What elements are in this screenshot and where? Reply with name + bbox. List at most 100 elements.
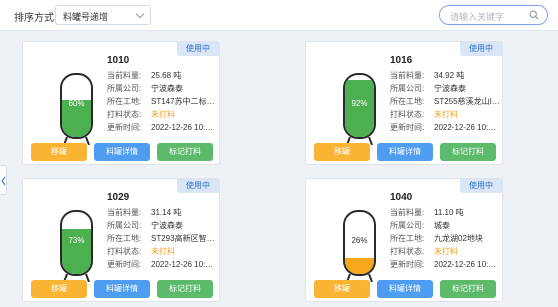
mark-pour-button[interactable]: 标记打料 — [157, 280, 213, 298]
value-site: ST293高新区智慧城CX07-... — [151, 234, 217, 243]
row-updated: 更新时间: 2022-12-26 10:42:48 — [390, 121, 500, 134]
row-updated: 更新时间: 2022-12-26 10:42:51 — [107, 258, 217, 271]
status-badge: 使用中 — [177, 179, 219, 193]
tank-gauge: 26% — [343, 210, 376, 276]
label-current: 当前料量: — [390, 71, 425, 80]
move-tank-button[interactable]: 移罐 — [31, 280, 87, 298]
tank-percent: 92% — [351, 99, 368, 108]
row-site: 所在工地: ST255慈溪龙山I202003#地... — [390, 95, 500, 108]
tank-percent: 60% — [68, 99, 85, 108]
tank-card: 使用中 73% 1029 当前料量: 31.14 吨 所属公司: 宁波森泰 所在工地… — [22, 178, 220, 302]
mark-pour-button[interactable]: 标记打料 — [440, 143, 496, 161]
tank-gauge: 73% — [60, 210, 93, 276]
search-placeholder: 请输入关键字 — [450, 12, 505, 22]
label-status: 打料状态: — [107, 110, 142, 119]
value-updated: 2022-12-26 10:42:43 — [151, 123, 217, 132]
value-site: ST255慈溪龙山I202003#地... — [434, 97, 500, 106]
tank-detail-button[interactable]: 料罐详情 — [94, 280, 150, 298]
value-status: 未打料 — [151, 247, 175, 256]
value-site: ST147苏中二标宁波御海天... — [151, 97, 217, 106]
label-current: 当前料量: — [107, 71, 142, 80]
move-tank-button[interactable]: 移罐 — [31, 143, 87, 161]
label-status: 打料状态: — [107, 247, 142, 256]
label-company: 所属公司: — [390, 84, 425, 93]
row-status: 打料状态: 未打料 — [107, 245, 217, 258]
chevron-left-icon — [1, 176, 6, 186]
value-site: 九龙湖02地块 — [434, 234, 483, 243]
row-status: 打料状态: 未打料 — [107, 108, 217, 121]
row-current: 当前料量: 31.14 吨 — [107, 206, 217, 219]
label-site: 所在工地: — [390, 97, 425, 106]
label-updated: 更新时间: — [107, 123, 142, 132]
tank-fill — [345, 79, 374, 137]
move-tank-button[interactable]: 移罐 — [314, 280, 370, 298]
tank-id: 1029 — [107, 192, 130, 203]
chevron-down-icon — [135, 9, 145, 19]
label-current: 当前料量: — [107, 208, 142, 217]
sort-select[interactable]: 料罐号递增 — [55, 5, 151, 25]
tank-id: 1040 — [390, 192, 413, 203]
row-site: 所在工地: ST293高新区智慧城CX07-... — [107, 232, 217, 245]
label-company: 所属公司: — [107, 84, 142, 93]
row-company: 所属公司: 宁波森泰 — [107, 82, 217, 95]
value-current: 31.14 吨 — [151, 208, 182, 217]
mark-pour-button[interactable]: 标记打料 — [440, 280, 496, 298]
tank-detail-button[interactable]: 料罐详情 — [377, 143, 433, 161]
toolbar: 排序方式 料罐号递增 请输入关键字 — [0, 0, 558, 31]
tank-card: 使用中 92% 1016 当前料量: 34.92 吨 所属公司: 宁波森泰 所在工地… — [305, 41, 503, 165]
value-status: 未打料 — [151, 110, 175, 119]
value-updated: 2022-12-26 10:42:43 — [434, 260, 500, 269]
mark-pour-button[interactable]: 标记打料 — [157, 143, 213, 161]
row-updated: 更新时间: 2022-12-26 10:42:43 — [107, 121, 217, 134]
sort-select-value: 料罐号递增 — [63, 12, 109, 22]
tank-id: 1010 — [107, 55, 130, 66]
label-current: 当前料量: — [390, 208, 425, 217]
label-updated: 更新时间: — [390, 123, 425, 132]
row-company: 所属公司: 宁波森泰 — [390, 82, 500, 95]
row-site: 所在工地: 九龙湖02地块 — [390, 232, 500, 245]
value-current: 11.10 吨 — [434, 208, 464, 217]
label-company: 所属公司: — [107, 221, 142, 230]
row-current: 当前料量: 25.68 吨 — [107, 69, 217, 82]
value-company: 城泰 — [434, 221, 450, 230]
sidebar-toggle[interactable] — [0, 165, 7, 195]
label-status: 打料状态: — [390, 247, 425, 256]
tank-detail-button[interactable]: 料罐详情 — [94, 143, 150, 161]
row-status: 打料状态: 未打料 — [390, 108, 500, 121]
value-updated: 2022-12-26 10:42:51 — [151, 260, 217, 269]
value-company: 宁波森泰 — [151, 84, 183, 93]
row-current: 当前料量: 34.92 吨 — [390, 69, 500, 82]
value-updated: 2022-12-26 10:42:48 — [434, 123, 500, 132]
tank-fill — [345, 257, 374, 274]
tank-id: 1016 — [390, 55, 413, 66]
label-site: 所在工地: — [107, 97, 142, 106]
status-badge: 使用中 — [177, 42, 219, 56]
search-input[interactable]: 请输入关键字 — [439, 5, 548, 25]
search-icon[interactable] — [529, 10, 539, 20]
value-company: 宁波森泰 — [151, 221, 183, 230]
tank-detail-button[interactable]: 料罐详情 — [377, 280, 433, 298]
row-current: 当前料量: 11.10 吨 — [390, 206, 500, 219]
row-site: 所在工地: ST147苏中二标宁波御海天... — [107, 95, 217, 108]
tank-gauge: 60% — [60, 73, 93, 139]
move-tank-button[interactable]: 移罐 — [314, 143, 370, 161]
sort-label: 排序方式 — [14, 13, 54, 24]
label-site: 所在工地: — [107, 234, 142, 243]
tank-gauge: 92% — [343, 73, 376, 139]
row-company: 所属公司: 城泰 — [390, 219, 500, 232]
status-badge: 使用中 — [460, 179, 502, 193]
value-current: 25.68 吨 — [151, 71, 182, 80]
value-company: 宁波森泰 — [434, 84, 466, 93]
value-current: 34.92 吨 — [434, 71, 465, 80]
value-status: 未打料 — [434, 110, 458, 119]
value-status: 未打料 — [434, 247, 458, 256]
tank-card: 使用中 60% 1010 当前料量: 25.68 吨 所属公司: 宁波森泰 所在工地… — [22, 41, 220, 165]
tank-card: 使用中 26% 1040 当前料量: 11.10 吨 所属公司: 城泰 所在工地: 九… — [305, 178, 503, 302]
label-company: 所属公司: — [390, 221, 425, 230]
tank-percent: 26% — [351, 236, 368, 245]
label-updated: 更新时间: — [107, 260, 142, 269]
status-badge: 使用中 — [460, 42, 502, 56]
row-status: 打料状态: 未打料 — [390, 245, 500, 258]
tank-percent: 73% — [68, 236, 85, 245]
row-updated: 更新时间: 2022-12-26 10:42:43 — [390, 258, 500, 271]
